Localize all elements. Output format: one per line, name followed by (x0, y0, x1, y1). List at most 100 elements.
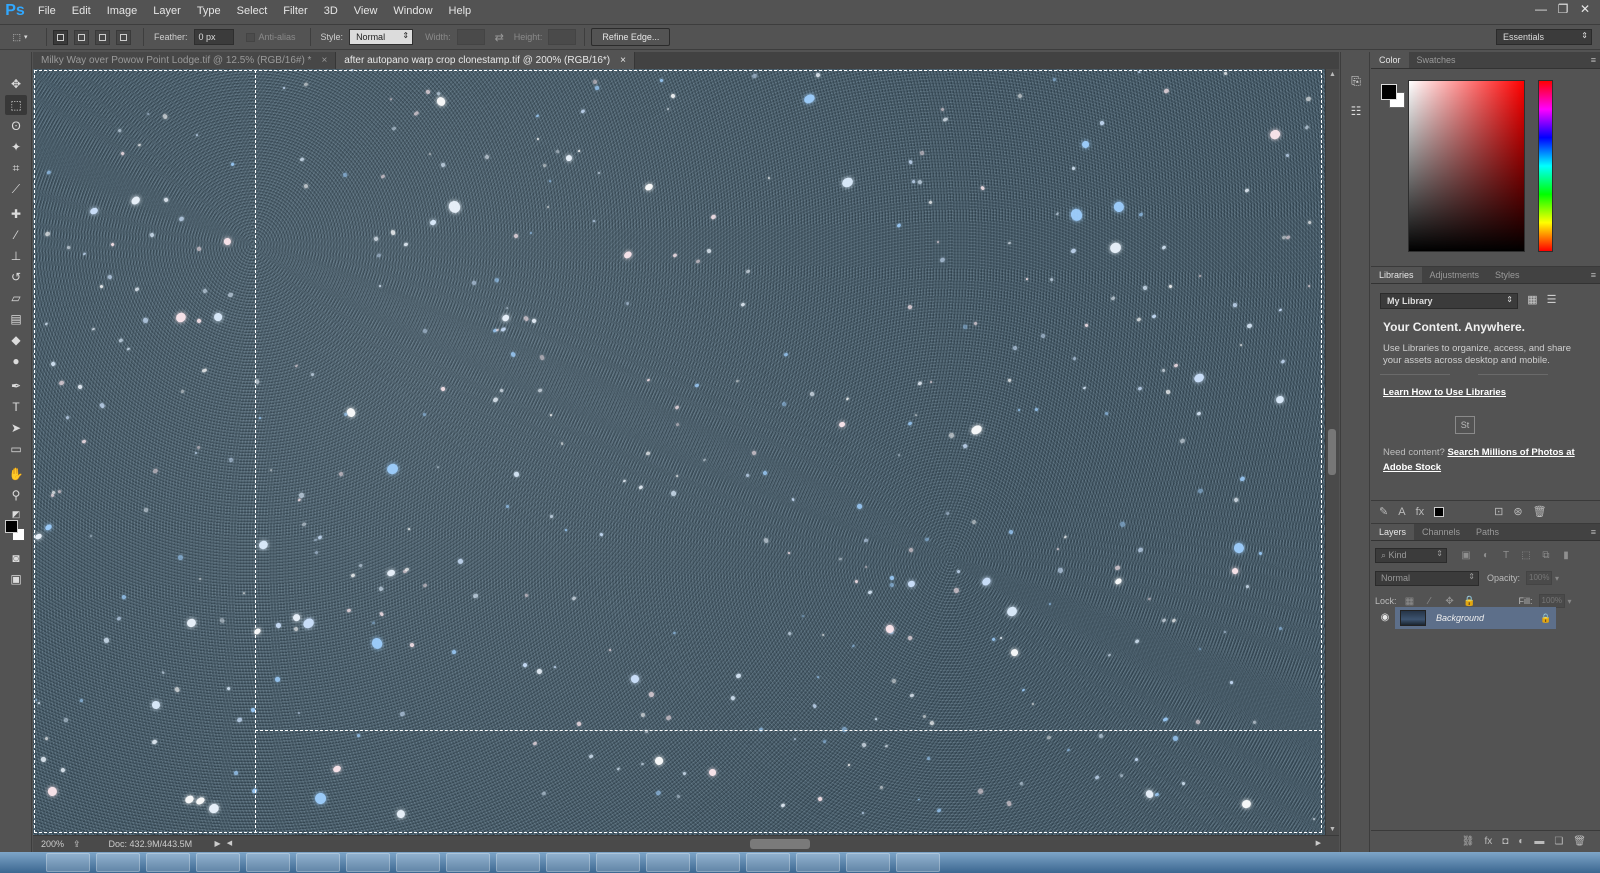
fill-dropdown-icon[interactable]: ▾ (1568, 597, 1572, 606)
taskbar-item[interactable] (146, 853, 190, 872)
taskbar-item[interactable] (196, 853, 240, 872)
hue-slider[interactable] (1538, 80, 1553, 252)
screen-mode-icon[interactable]: ▣ (5, 569, 27, 589)
new-group-icon[interactable]: ▬ (1534, 836, 1544, 847)
tab-swatches[interactable]: Swatches (1409, 52, 1464, 68)
taskbar-item[interactable] (446, 853, 490, 872)
taskbar-item[interactable] (346, 853, 390, 872)
blur-tool-icon[interactable]: ◆ (5, 330, 27, 350)
list-view-icon[interactable]: ☰ (1544, 293, 1559, 308)
menu-help[interactable]: Help (441, 0, 480, 22)
menu-file[interactable]: File (30, 0, 64, 22)
tab-color[interactable]: Color (1371, 52, 1409, 68)
taskbar-item[interactable] (246, 853, 290, 872)
layer-style-icon[interactable]: fx (1484, 836, 1492, 847)
tab-document-autopano[interactable]: after autopano warp crop clonestamp.tif … (336, 52, 635, 69)
pen-tool-icon[interactable]: ✒ (5, 376, 27, 396)
status-menu-arrow-icon[interactable]: ▶ (215, 836, 221, 852)
gradient-tool-icon[interactable]: ▤ (5, 309, 27, 329)
type-tool-icon[interactable]: T (5, 397, 27, 417)
opacity-input[interactable]: 100% (1526, 571, 1553, 585)
menu-type[interactable]: Type (189, 0, 229, 22)
link-layers-icon[interactable]: ⛓ (1462, 836, 1475, 847)
height-input[interactable] (548, 29, 577, 45)
feather-input[interactable]: 0 px (193, 29, 234, 45)
smart-object-filter-icon[interactable]: ⧉ (1539, 550, 1553, 561)
panel-menu-icon[interactable]: ≡ (1591, 52, 1596, 69)
taskbar-item[interactable] (696, 853, 740, 872)
move-tool-icon[interactable]: ✥ (5, 74, 27, 94)
menu-3d[interactable]: 3D (316, 0, 346, 22)
lasso-tool-icon[interactable]: ʘ (5, 116, 27, 136)
filter-toggle-icon[interactable]: ▮ (1559, 550, 1573, 561)
vertical-scrollbar[interactable]: ▲ ▼ (1325, 69, 1339, 835)
taskbar-item[interactable] (646, 853, 690, 872)
pixel-filter-icon[interactable]: ▣ (1459, 550, 1473, 561)
panel-menu-icon[interactable]: ≡ (1591, 524, 1596, 541)
lock-all-icon[interactable]: 🔒 (1463, 596, 1477, 607)
refine-edge-button[interactable]: Refine Edge... (591, 28, 671, 46)
history-panel-icon[interactable]: ⎘ (1347, 72, 1365, 90)
tab-adjustments[interactable]: Adjustments (1422, 267, 1488, 283)
crop-tool-icon[interactable]: ⌗ (5, 158, 27, 178)
lock-pixels-icon[interactable]: ⁄ (1423, 596, 1437, 607)
scroll-left-icon[interactable]: ◀ (227, 836, 232, 852)
adjustment-filter-icon[interactable]: ◐ (1479, 550, 1493, 561)
lock-position-icon[interactable]: ✥ (1443, 596, 1457, 607)
scroll-up-icon[interactable]: ▲ (1329, 71, 1336, 78)
type-filter-icon[interactable]: T (1499, 550, 1513, 561)
delete-layer-icon[interactable]: 🗑 (1573, 836, 1586, 847)
taskbar-item[interactable] (896, 853, 940, 872)
close-button[interactable]: ✕ (1574, 0, 1596, 18)
menu-layer[interactable]: Layer (145, 0, 189, 22)
foreground-color-swatch[interactable] (1381, 84, 1397, 100)
library-select[interactable]: My Library (1380, 293, 1518, 309)
fill-input[interactable]: 100% (1538, 594, 1565, 608)
subtract-selection-button[interactable] (95, 29, 110, 45)
menu-window[interactable]: Window (385, 0, 440, 22)
tab-document-milky-way[interactable]: Milky Way over Powow Point Lodge.tif @ 1… (33, 52, 337, 69)
restore-button[interactable]: ❐ (1552, 0, 1574, 18)
menu-edit[interactable]: Edit (64, 0, 99, 22)
shape-filter-icon[interactable]: ⬚ (1519, 550, 1533, 561)
antialias-checkbox[interactable] (245, 32, 255, 42)
grid-view-icon[interactable]: ▦ (1525, 293, 1540, 308)
taskbar-item[interactable] (296, 853, 340, 872)
path-selection-tool-icon[interactable]: ➤ (5, 418, 27, 438)
swap-dimensions-icon[interactable]: ⇄ (495, 31, 504, 44)
workspace-select[interactable]: Essentials (1496, 29, 1592, 45)
menu-image[interactable]: Image (99, 0, 146, 22)
rectangle-tool-icon[interactable]: ▭ (5, 439, 27, 459)
tab-layers[interactable]: Layers (1371, 524, 1415, 540)
menu-select[interactable]: Select (229, 0, 276, 22)
document-canvas[interactable] (33, 69, 1325, 835)
brush-tool-icon[interactable]: ⁄ (5, 225, 27, 245)
taskbar-item[interactable] (746, 853, 790, 872)
style-select[interactable]: Normal (349, 29, 414, 45)
taskbar-item[interactable] (846, 853, 890, 872)
layer-lock-icon[interactable]: 🔒 (1540, 613, 1556, 624)
foreground-color-swatch[interactable] (5, 520, 18, 533)
new-layer-icon[interactable]: ❏ (1554, 836, 1563, 847)
taskbar-item[interactable] (546, 853, 590, 872)
quick-mask-icon[interactable]: ◙ (5, 548, 27, 568)
tool-preset-picker[interactable]: ⬚ ▾ (0, 32, 40, 43)
stock-search-icon[interactable]: ⊡ (1494, 505, 1503, 518)
new-selection-button[interactable] (53, 29, 68, 45)
vertical-scroll-thumb[interactable] (1328, 429, 1336, 475)
tab-libraries[interactable]: Libraries (1371, 267, 1422, 283)
trash-icon[interactable]: 🗑 (1533, 505, 1547, 518)
color-field[interactable] (1408, 80, 1525, 252)
scroll-down-icon[interactable]: ▼ (1329, 826, 1336, 833)
properties-panel-icon[interactable]: ☷ (1347, 102, 1365, 120)
intersect-selection-button[interactable] (116, 29, 131, 45)
layer-row-background[interactable]: ◉ Background 🔒 (1375, 607, 1556, 629)
eyedropper-tool-icon[interactable]: ⟋ (5, 179, 27, 199)
add-layer-style-icon[interactable]: fx (1416, 506, 1425, 518)
menu-filter[interactable]: Filter (275, 0, 315, 22)
tab-close-icon[interactable]: × (620, 52, 626, 69)
tab-channels[interactable]: Channels (1414, 524, 1468, 540)
zoom-level[interactable]: 200% (41, 836, 71, 852)
sync-icon[interactable]: ⊛ (1513, 505, 1522, 518)
add-mask-icon[interactable]: ◘ (1502, 836, 1508, 847)
